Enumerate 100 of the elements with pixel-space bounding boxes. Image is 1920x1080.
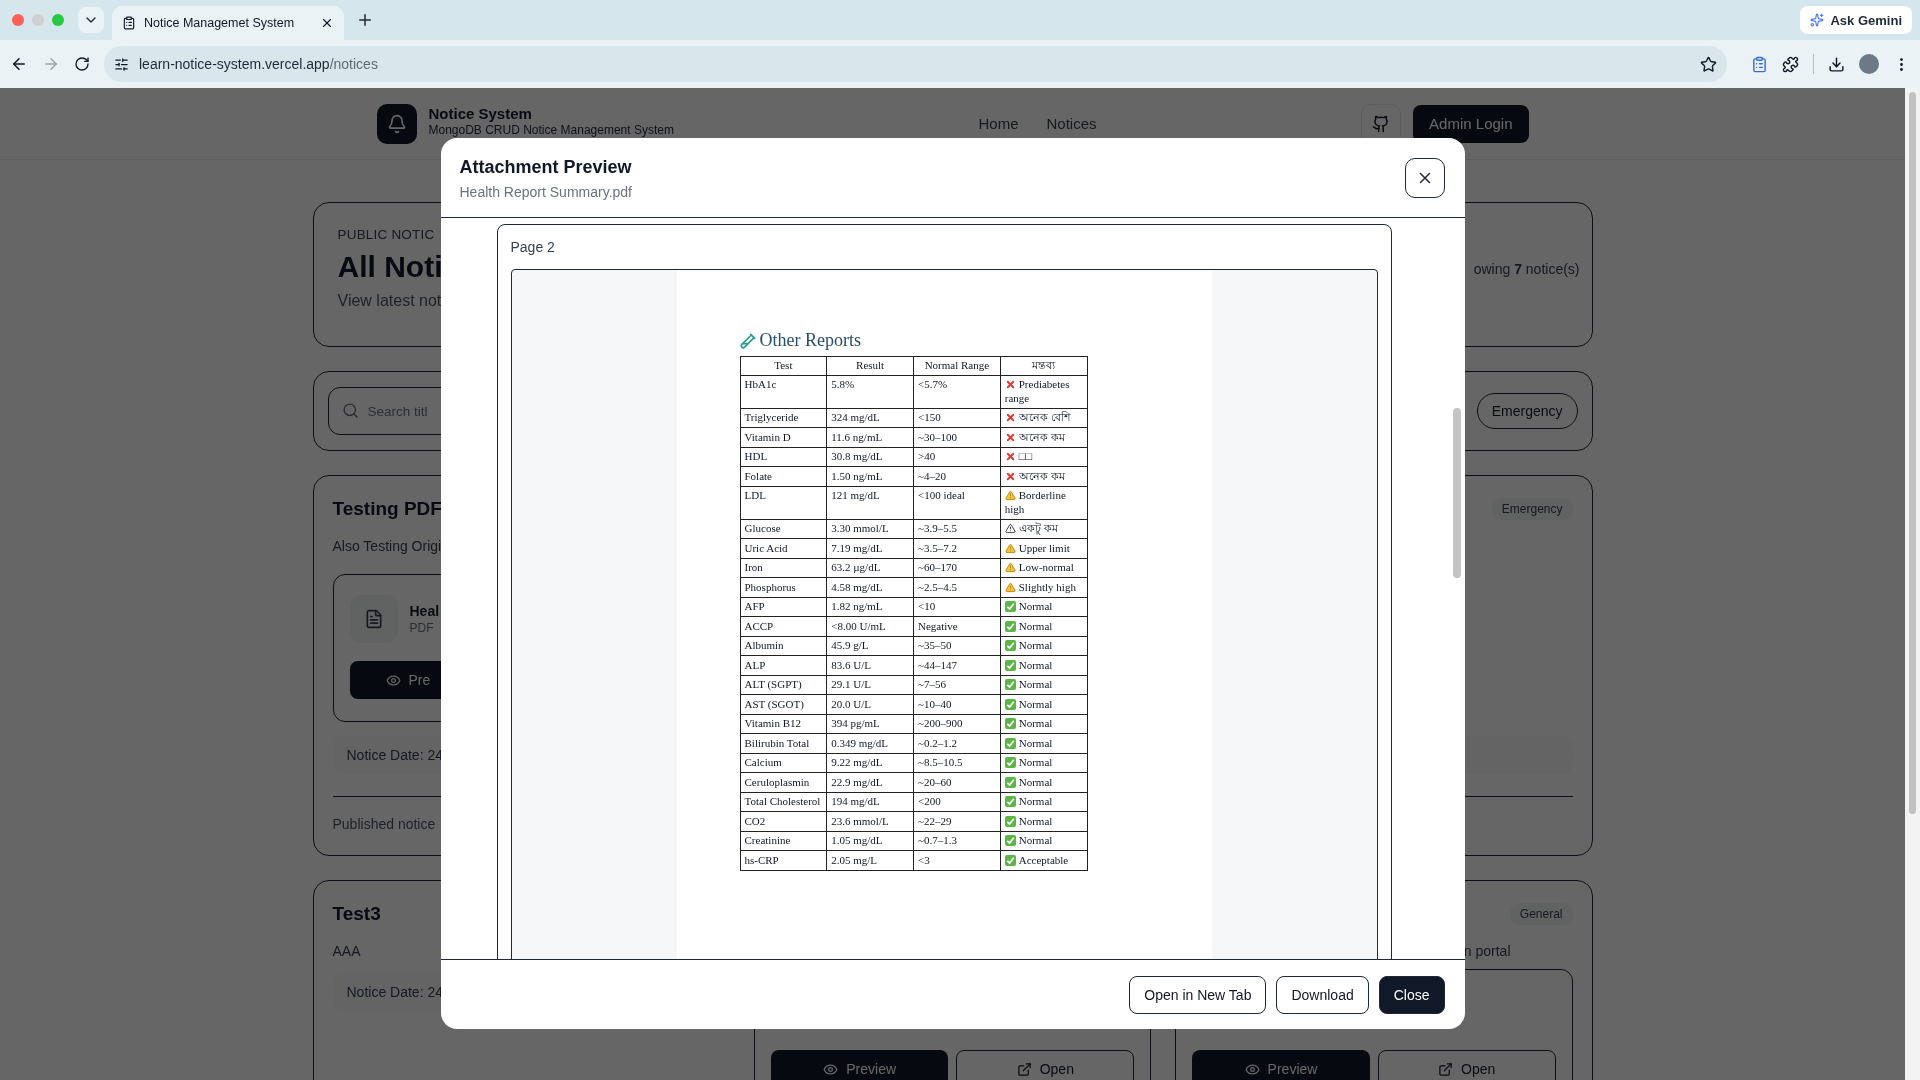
checkmark-icon [1004,796,1016,807]
table-cell: Iron [740,558,827,578]
table-cell: ~8.5–10.5 [913,753,1001,773]
table-cell: অনেক কম [1000,427,1087,447]
open-button[interactable]: Open [956,1050,1135,1080]
table-cell: Normal [1000,636,1087,656]
table-cell: Normal [1000,811,1087,831]
warning-icon [1004,581,1016,593]
table-cell: Folate [740,466,827,486]
table-cell: Borderline high [1000,486,1087,519]
table-cell: Negative [913,616,1001,636]
table-cell: 7.19 mg/dL [826,538,914,558]
table-cell: ~30–100 [913,427,1001,447]
open-button[interactable]: Open [1377,1050,1556,1080]
dialog-title: Attachment Preview [459,157,632,178]
admin-login-button[interactable]: Admin Login [1413,104,1529,143]
table-cell: Upper limit [1000,538,1087,558]
table-cell: AST (SGOT) [740,694,827,714]
table-cell: <8.00 U/mL [826,616,914,636]
notice-description: Also Testing Origi [332,538,442,554]
table-cell: Normal [1000,655,1087,675]
table-cell: ~60–170 [913,558,1001,578]
notice-description: AAA [332,943,361,959]
attachment-name: Heal [409,603,440,619]
table-cell: 30.8 mg/dL [826,447,914,467]
table-cell: □□ [1000,447,1087,467]
url-path: /notices [329,56,378,72]
table-cell: LDL [740,486,827,519]
column-header: মন্তব্য [1000,356,1087,375]
download-icon[interactable] [1828,55,1845,73]
page-label: Page 2 [510,238,556,257]
back-icon[interactable] [10,55,28,73]
dialog-button[interactable]: Download [1276,975,1369,1014]
scrollbar-thumb[interactable] [1909,92,1916,814]
page-title: All Noti [337,250,443,284]
warning-icon [1004,542,1016,554]
checkmark-icon [1004,815,1016,827]
close-button[interactable] [1404,158,1445,198]
table-cell: Normal [1000,597,1087,617]
table-cell: ALT (SGPT) [740,675,827,695]
close-icon [320,16,334,30]
checkmark-icon [1004,835,1016,846]
table-cell: ACCP [740,616,827,636]
checkmark-icon [1004,679,1016,690]
cross-icon [1004,379,1016,390]
table-cell: <10 [913,597,1001,617]
category-badge: Emergency [1491,498,1573,520]
table-cell: 63.2 µg/dL [826,558,914,578]
checkmark-icon [1004,698,1016,710]
site-info-icon[interactable] [114,56,129,72]
brand-tagline: MongoDB CRUD Notice Management System [428,122,674,137]
table-cell: ~0.7–1.3 [913,831,1001,851]
bookmark-star-icon[interactable] [1700,55,1717,73]
table-cell: ~0.2–1.2 [913,733,1001,753]
nav-link[interactable]: Notices [1046,115,1097,132]
extensions-icon[interactable] [1782,55,1799,73]
file-icon [349,595,398,643]
checkmark-icon [1004,854,1016,866]
file-name: Health Report Summary.pdf [459,184,632,200]
scrollbar-thumb[interactable] [1452,408,1461,578]
table-cell: 324 mg/dL [826,408,914,428]
close-button[interactable]: Close [1378,975,1445,1014]
checkmark-icon [1004,601,1016,612]
address-bar[interactable]: learn-notice-system.vercel.app/notices [104,46,1727,82]
nav-link[interactable]: Home [978,115,1019,132]
table-cell: <5.7% [913,375,1001,408]
brand-name: Notice System [428,104,533,122]
table-cell: ALP [740,655,827,675]
category-filter[interactable]: Emergency [1476,393,1578,429]
page-icon [122,16,136,30]
table-cell: >40 [913,447,1001,467]
sparkle-icon [1810,13,1825,27]
table-cell: ~4–20 [913,466,1001,486]
table-cell: Prediabetes range [1000,375,1087,408]
table-cell: Slightly high [1000,577,1087,597]
reload-icon[interactable] [74,56,90,72]
table-cell: 1.82 ng/mL [826,597,914,617]
table-cell: ~2.5–4.5 [913,577,1001,597]
cross-icon [1004,451,1016,462]
table-cell: 20.0 U/L [826,694,914,714]
checkmark-icon [1004,737,1016,749]
table-cell: ~10–40 [913,694,1001,714]
browser-tab[interactable]: Notice Managemet System [112,6,344,40]
preview-button[interactable]: Preview [770,1050,949,1080]
warning-icon [1004,490,1016,501]
table-cell: ~22–29 [913,811,1001,831]
checkmark-icon [1004,620,1016,632]
table-cell: Phosphorus [740,577,827,597]
gemini-button[interactable]: Ask Gemini [1800,6,1912,34]
column-header: Test [740,356,827,375]
clipboard-icon[interactable] [1751,55,1768,73]
column-header: Result [826,356,914,375]
preview-button[interactable]: Preview [1192,1050,1370,1080]
notice-title: Test3 [332,903,381,925]
test-tube-icon [739,332,756,349]
table-cell: Acceptable [1000,850,1087,870]
checkmark-icon [1004,776,1016,788]
profile-avatar[interactable] [1859,54,1879,74]
tab-list-button[interactable] [78,7,104,33]
dialog-button[interactable]: Open in New Tab [1129,975,1267,1014]
